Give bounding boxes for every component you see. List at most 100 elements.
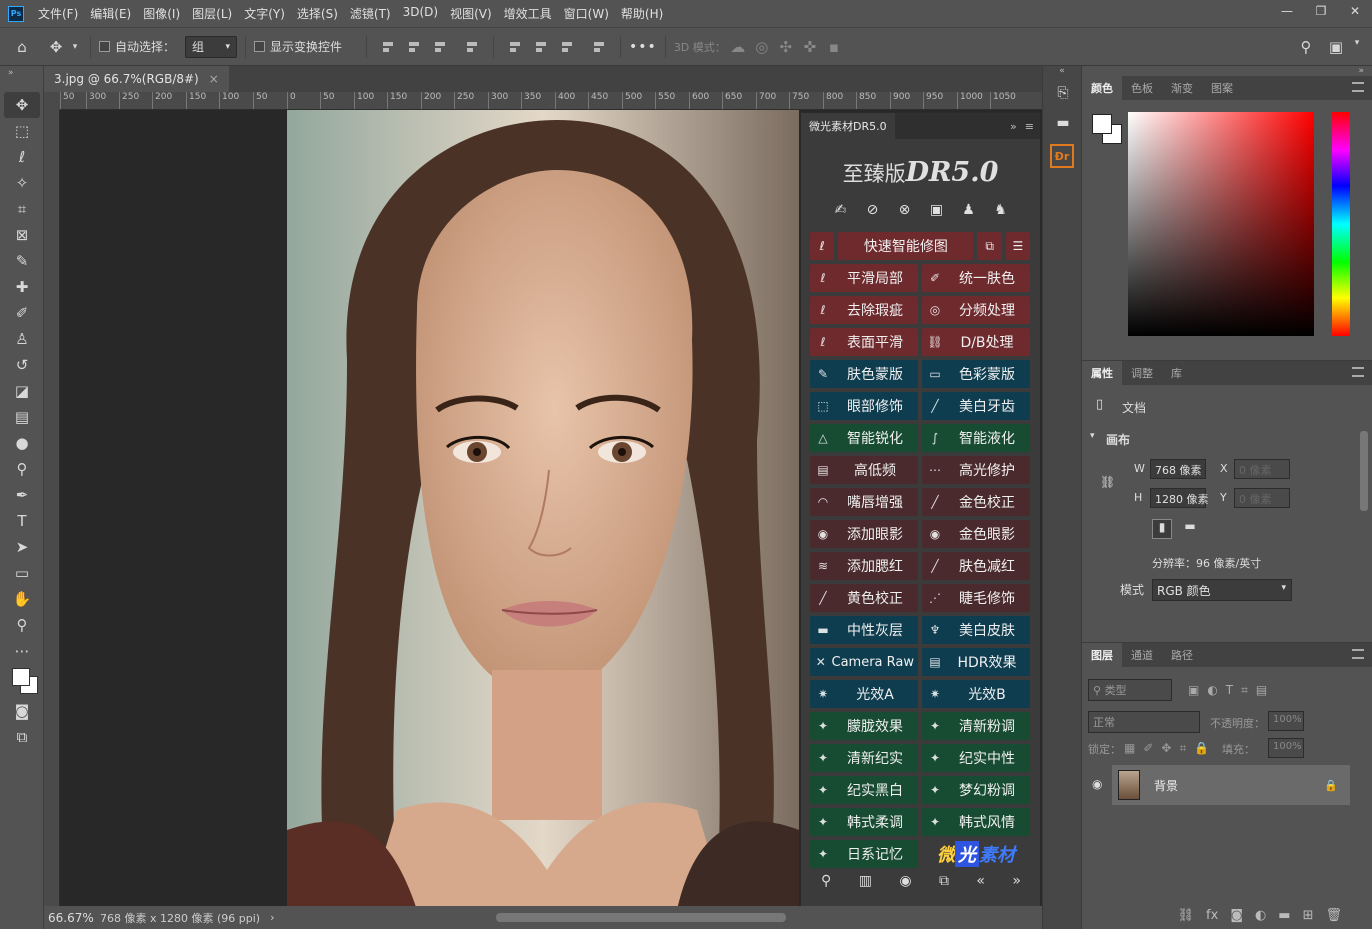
color-field[interactable]: [1128, 112, 1314, 336]
plugin-button[interactable]: ⋰ 睫毛修饰: [922, 584, 1030, 612]
align-middle-icon[interactable]: [534, 40, 548, 54]
slide-3d-icon[interactable]: ✜: [798, 38, 822, 56]
menu-help[interactable]: 帮助(H): [621, 5, 663, 22]
distribute-vertical-icon[interactable]: [592, 40, 606, 54]
plugin-button[interactable]: ✦ 韩式柔调: [810, 808, 918, 836]
layer-filter-icons[interactable]: ▣◐T⌗▤: [1188, 683, 1275, 698]
menu-view[interactable]: 视图(V): [450, 5, 492, 22]
panel-menu-icon[interactable]: ≡: [1025, 120, 1034, 133]
fill-input[interactable]: 100%: [1268, 738, 1304, 758]
portrait-orientation-icon[interactable]: ▮: [1152, 519, 1172, 539]
tab-adjustments[interactable]: 调整: [1122, 361, 1162, 385]
pen-tool-icon[interactable]: ✒: [4, 482, 40, 508]
zoom-tool-icon[interactable]: ⚲: [4, 612, 40, 638]
type-tool-icon[interactable]: T: [4, 508, 40, 534]
document-tab[interactable]: 3.jpg @ 66.7%(RGB/8#) ×: [44, 66, 229, 92]
collapse-right-icon[interactable]: »: [1358, 66, 1364, 76]
eye-icon[interactable]: ◉: [899, 873, 911, 889]
plugin-button[interactable]: ▬ 中性灰层: [810, 616, 918, 644]
prev-icon[interactable]: «: [976, 873, 985, 889]
plugin-button[interactable]: ▤ 高低频: [810, 456, 918, 484]
align-center-icon[interactable]: [407, 40, 421, 54]
plugin-button[interactable]: ◉ 添加眼影: [810, 520, 918, 548]
tab-swatches[interactable]: 色板: [1122, 76, 1162, 100]
plugin-button[interactable]: ✷ 光效B: [922, 680, 1030, 708]
distribute-icon[interactable]: [465, 40, 479, 54]
color-swatches[interactable]: [4, 664, 40, 698]
height-input[interactable]: 1280 像素: [1150, 488, 1209, 508]
menu-filter[interactable]: 滤镜(T): [350, 5, 391, 22]
crop-tool-icon[interactable]: ⌗: [4, 196, 40, 222]
link-layers-icon[interactable]: ⛓: [1178, 908, 1195, 923]
link-icon[interactable]: ⛓: [1100, 475, 1115, 489]
chevron-down-icon[interactable]: ▾: [68, 42, 82, 52]
healing-brush-tool-icon[interactable]: ✚: [4, 274, 40, 300]
zoom-icon[interactable]: ⚲: [821, 873, 831, 889]
opacity-input[interactable]: 100%: [1268, 711, 1304, 731]
plugin-button[interactable]: ⬚ 眼部修饰: [810, 392, 918, 420]
plugin-button[interactable]: ✦ 韩式风情: [922, 808, 1030, 836]
foreground-color-swatch[interactable]: [1092, 114, 1112, 134]
rectangle-tool-icon[interactable]: ▭: [4, 560, 40, 586]
tab-color[interactable]: 颜色: [1082, 76, 1122, 100]
next-icon[interactable]: »: [1012, 873, 1021, 889]
collapse-panels-icon[interactable]: «: [1043, 66, 1081, 78]
plugin-button[interactable]: ♆ 美白皮肤: [922, 616, 1030, 644]
dodge-tool-icon[interactable]: ⚲: [4, 456, 40, 482]
plugin-button[interactable]: ℓ 去除瑕疵: [810, 296, 918, 324]
auto-select-checkbox[interactable]: [99, 41, 110, 52]
layer-row[interactable]: 背景 🔒: [1112, 765, 1350, 805]
clone-stamp-tool-icon[interactable]: ♙: [4, 326, 40, 352]
panel-menu-icon[interactable]: [1352, 649, 1364, 659]
close-window-button[interactable]: ✕: [1338, 0, 1372, 22]
drag-3d-icon[interactable]: ✣: [774, 38, 798, 56]
marquee-tool-icon[interactable]: ⬚: [4, 118, 40, 144]
properties-scrollbar[interactable]: [1360, 431, 1368, 511]
gradient-tool-icon[interactable]: ▤: [4, 404, 40, 430]
menu-window[interactable]: 窗口(W): [564, 5, 609, 22]
workspace-icon[interactable]: ▣: [1326, 38, 1346, 56]
auto-select-dropdown[interactable]: 组 ▾: [185, 35, 238, 58]
brush-tool-icon[interactable]: ✐: [4, 300, 40, 326]
plugin-button[interactable]: ▭ 色彩蒙版: [922, 360, 1030, 388]
plugin-button[interactable]: ╱ 肤色减红: [922, 552, 1030, 580]
align-bottom-icon[interactable]: [560, 40, 574, 54]
menu-select[interactable]: 选择(S): [297, 5, 338, 22]
align-left-icon[interactable]: [381, 40, 395, 54]
home-icon[interactable]: ⌂: [0, 38, 44, 56]
menu-3d[interactable]: 3D(D): [403, 5, 438, 22]
plugin-button[interactable]: ╱ 美白牙齿: [922, 392, 1030, 420]
comments-icon[interactable]: ▬: [1043, 108, 1083, 138]
width-input[interactable]: 768 像素: [1150, 459, 1206, 479]
layer-filter-select[interactable]: ⚲ 类型: [1088, 679, 1172, 701]
x-input[interactable]: 0 像素: [1234, 459, 1290, 479]
close-icon[interactable]: ×: [209, 72, 219, 86]
quick-retouch-button[interactable]: 快速智能修图: [838, 232, 974, 260]
plugin-button[interactable]: ✷ 光效A: [810, 680, 918, 708]
plugin-tab[interactable]: 微光素材DR5.0: [801, 113, 895, 139]
collapse-toolbar-icon[interactable]: »: [8, 68, 14, 78]
horizontal-scrollbar[interactable]: [496, 913, 786, 922]
tab-channels[interactable]: 通道: [1122, 643, 1162, 667]
menu-type[interactable]: 文字(Y): [244, 5, 285, 22]
lock-icons[interactable]: ▦✐✥⌗🔒: [1124, 741, 1217, 756]
plugin-button[interactable]: ✦ 纪实中性: [922, 744, 1030, 772]
plugin-button[interactable]: ℓ 平滑局部: [810, 264, 918, 292]
plugin-button[interactable]: ✦ 梦幻粉调: [922, 776, 1030, 804]
adjustment-icon[interactable]: ◐: [1255, 908, 1266, 923]
more-tools-icon[interactable]: ⋯: [4, 638, 40, 664]
zoom-level[interactable]: 66.67%: [44, 911, 100, 925]
fx-icon[interactable]: fx: [1206, 908, 1218, 923]
panel-menu-icon[interactable]: [1352, 367, 1364, 377]
menu-edit[interactable]: 编辑(E): [90, 5, 131, 22]
tab-libraries[interactable]: 库: [1162, 361, 1191, 385]
history-icon[interactable]: ⎘: [1043, 78, 1083, 108]
bandage-alt-icon[interactable]: ⊗: [896, 201, 914, 219]
plugin-button[interactable]: ∫ 智能液化: [922, 424, 1030, 452]
plugin-button[interactable]: ◉ 金色眼影: [922, 520, 1030, 548]
dr-plugin-icon[interactable]: Ðr: [1050, 144, 1074, 168]
tab-paths[interactable]: 路径: [1162, 643, 1202, 667]
plugin-button[interactable]: ✦ 朦胧效果: [810, 712, 918, 740]
lasso-tool-icon[interactable]: ℓ: [4, 144, 40, 170]
expand-icon[interactable]: »: [1010, 120, 1017, 133]
